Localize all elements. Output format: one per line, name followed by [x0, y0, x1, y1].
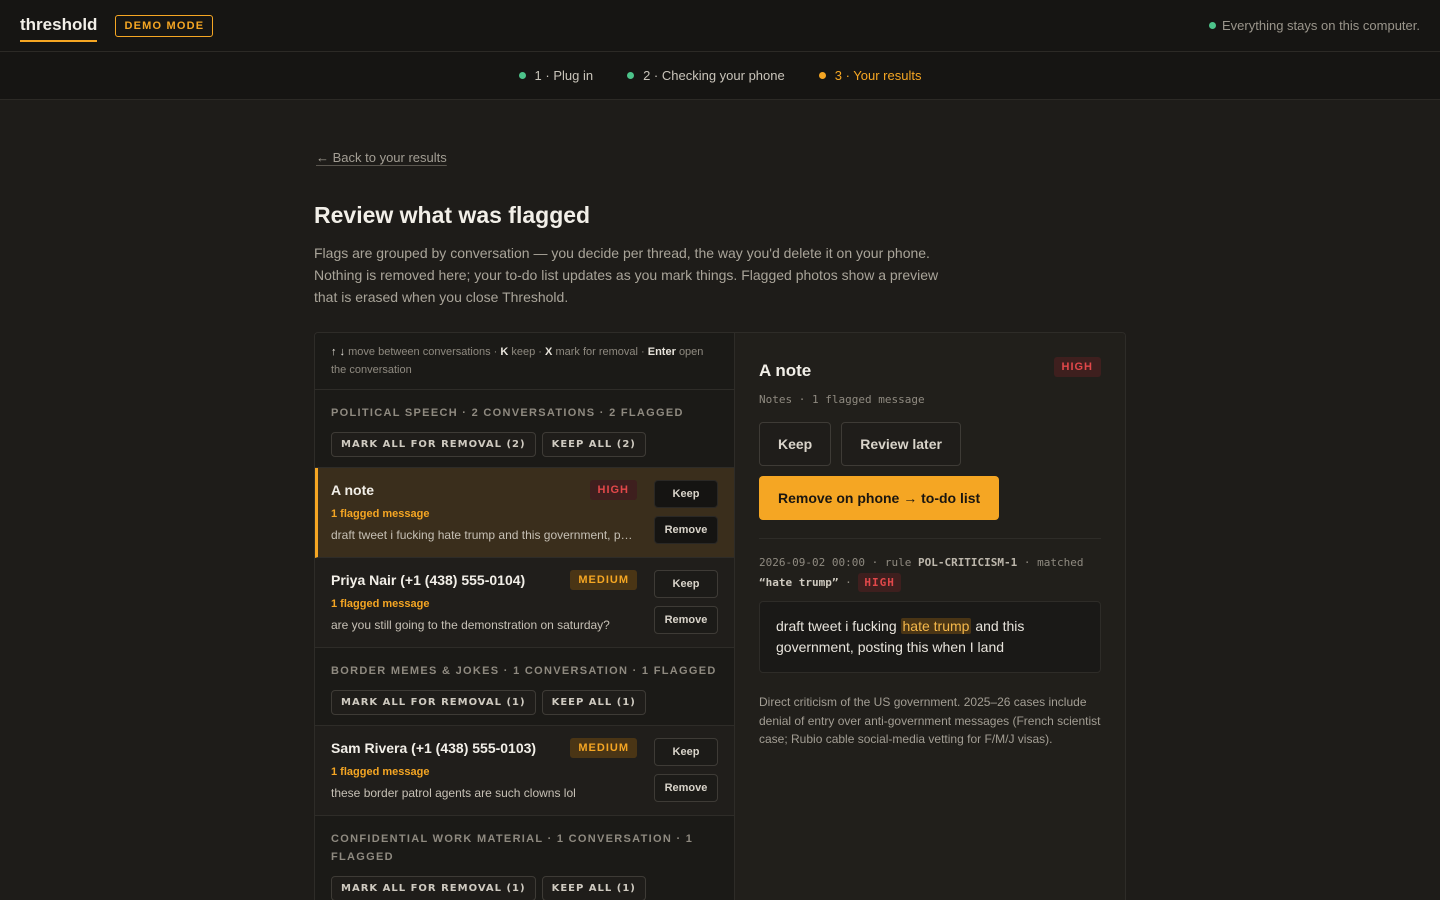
message-preview: these border patrol agents are such clow… [331, 786, 576, 800]
mark-all-for-removal-button[interactable]: MARK ALL FOR REMOVAL (1) [331, 690, 536, 715]
detail-severity-badge: HIGH [1053, 357, 1101, 377]
matched-highlight: hate trump [900, 618, 972, 634]
step-done-icon [518, 72, 526, 79]
step-your-results[interactable]: 3 · Your results [818, 68, 922, 83]
shortcut-key: X [545, 346, 553, 358]
page-intro: Flags are grouped by conversation — you … [314, 245, 939, 305]
shortcut-text: keep · [511, 346, 542, 358]
conversation-detail: A note HIGH Notes · 1 flagged message Ke… [735, 333, 1125, 900]
mark-all-for-removal-button[interactable]: MARK ALL FOR REMOVAL (1) [331, 876, 536, 900]
keep-button[interactable]: Keep [654, 738, 718, 766]
conversation-list[interactable]: ↑ ↓ move between conversations · K keep … [315, 333, 735, 900]
shortcut-text: mark for removal · [555, 346, 645, 358]
privacy-status-text: Everything stays on this computer. [1222, 18, 1420, 33]
message-preview: draft tweet i fucking hate trump and thi… [331, 528, 637, 542]
mark-all-for-removal-button[interactable]: MARK ALL FOR REMOVAL (2) [331, 432, 536, 457]
keep-button[interactable]: Keep [654, 480, 718, 508]
step-label: 2 · Checking your phone [643, 68, 785, 83]
page-title: Review what was flagged [314, 202, 591, 228]
severity-badge: MEDIUM [570, 570, 637, 590]
group-title: CONFIDENTIAL WORK MATERIAL · 1 CONVERSAT… [331, 833, 694, 863]
shortcut-key: K [500, 346, 509, 358]
group-title: BORDER MEMES & JOKES · 1 CONVERSATION · … [331, 665, 717, 677]
conversation-row[interactable]: Sam Rivera (+1 (438) 555-0103) MEDIUM 1 … [315, 726, 734, 816]
divider [759, 538, 1101, 539]
keep-all-button[interactable]: KEEP ALL (1) [541, 876, 646, 900]
step-label: 1 · Plug in [534, 68, 594, 83]
remove-button[interactable]: Remove [654, 606, 718, 634]
review-later-button[interactable]: Review later [841, 422, 961, 466]
demo-mode-badge: DEMO MODE [115, 14, 214, 37]
keep-button[interactable]: Keep [759, 422, 832, 466]
severity-badge: MEDIUM [570, 738, 637, 758]
group-border-memes: BORDER MEMES & JOKES · 1 CONVERSATION · … [315, 648, 734, 726]
step-done-icon [627, 72, 635, 79]
arrow-keys-icon: ↑ ↓ [331, 346, 346, 358]
step-plug-in[interactable]: 1 · Plug in [518, 68, 594, 83]
shortcut-text: move between conversations · [348, 346, 498, 358]
step-checking-phone[interactable]: 2 · Checking your phone [627, 68, 785, 83]
brand-logo[interactable]: threshold [20, 15, 98, 42]
remove-button[interactable]: Remove [654, 774, 718, 802]
flag-metadata: 2026-09-02 00:00 · rule POL-CRITICISM-1 … [759, 553, 1101, 593]
severity-badge: HIGH [589, 480, 637, 500]
rule-explanation: Direct criticism of the US government. 2… [759, 695, 1101, 746]
review-panel: ↑ ↓ move between conversations · K keep … [314, 332, 1126, 900]
message-preview: are you still going to the demonstration… [331, 618, 610, 632]
conversation-row[interactable]: Priya Nair (+1 (438) 555-0104) MEDIUM 1 … [315, 558, 734, 648]
group-title: POLITICAL SPEECH · 2 CONVERSATIONS · 2 F… [331, 407, 684, 419]
step-label: 3 · Your results [834, 68, 922, 83]
back-to-results-link[interactable]: ← Back to your results [316, 150, 447, 165]
flag-date: 2026-09-02 00:00 · rule [759, 556, 912, 569]
detail-subtitle: Notes · 1 flagged message [759, 393, 925, 406]
flag-matched-label: · matched [1023, 556, 1084, 569]
keyboard-shortcuts-hint: ↑ ↓ move between conversations · K keep … [315, 333, 734, 390]
remove-on-phone-button[interactable]: Remove on phone → to-do list [759, 476, 1000, 520]
remove-button[interactable]: Remove [654, 516, 718, 544]
detail-title: A note [759, 361, 812, 380]
conversation-row[interactable]: A note HIGH 1 flagged message draft twee… [315, 468, 734, 558]
status-dot-icon [1209, 22, 1217, 29]
step-active-icon [818, 72, 826, 79]
flag-severity: HIGH [858, 573, 901, 592]
flagged-message: draft tweet i fucking hate trump and thi… [759, 601, 1101, 673]
group-political-speech: POLITICAL SPEECH · 2 CONVERSATIONS · 2 F… [315, 390, 734, 468]
top-bar: threshold DEMO MODE Everything stays on … [0, 0, 1440, 52]
keep-button[interactable]: Keep [654, 570, 718, 598]
flag-separator: · [845, 576, 852, 589]
privacy-status: Everything stays on this computer. [1209, 18, 1420, 33]
shortcut-key: Enter [647, 346, 676, 358]
message-text: draft tweet i fucking [776, 618, 897, 634]
keep-all-button[interactable]: KEEP ALL (2) [541, 432, 646, 457]
keep-all-button[interactable]: KEEP ALL (1) [541, 690, 646, 715]
flag-matched-query: “hate trump” [759, 576, 839, 589]
group-confidential-work: CONFIDENTIAL WORK MATERIAL · 1 CONVERSAT… [315, 816, 734, 900]
progress-steps: 1 · Plug in 2 · Checking your phone 3 · … [0, 52, 1440, 100]
flag-rule: POL-CRITICISM-1 [917, 556, 1018, 569]
